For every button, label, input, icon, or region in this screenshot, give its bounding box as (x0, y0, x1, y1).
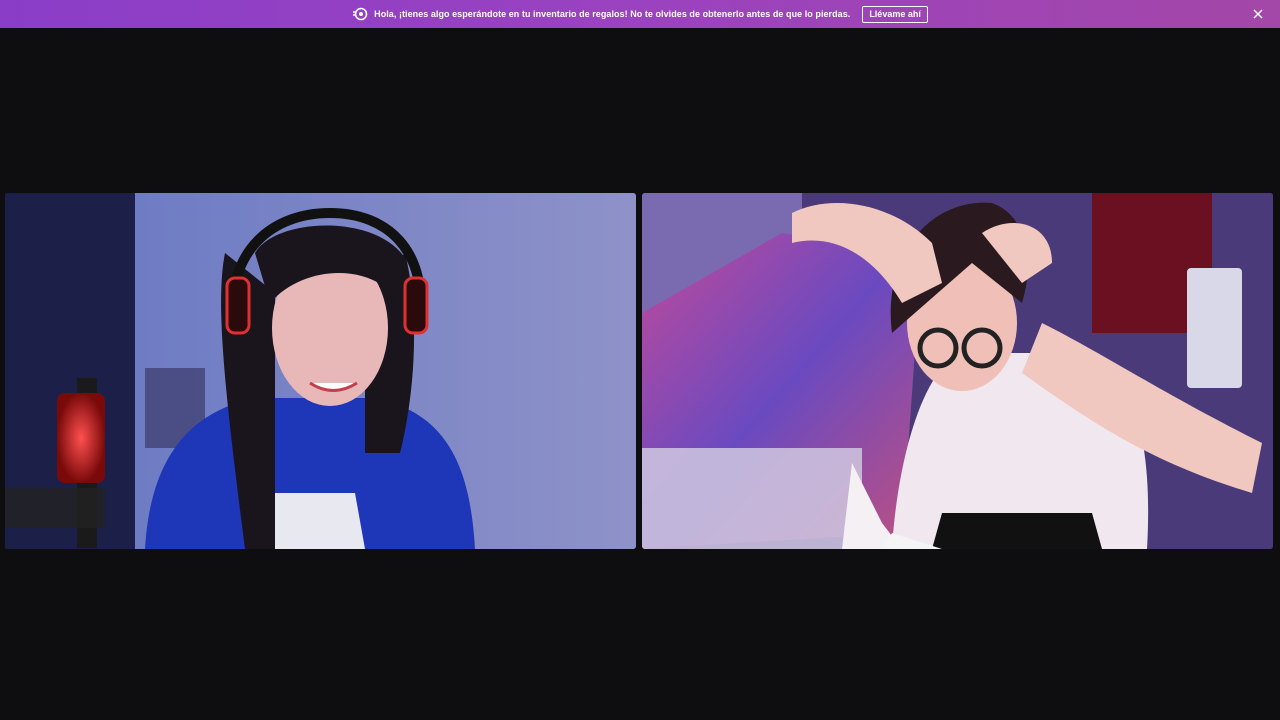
participant-right-video[interactable] (642, 193, 1273, 549)
participant-left-video[interactable] (5, 193, 636, 549)
banner-content: Hola, ¡tienes algo esperándote en tu inv… (352, 5, 928, 23)
gift-icon (352, 6, 368, 22)
close-icon[interactable] (1250, 6, 1266, 22)
notification-banner: Hola, ¡tienes algo esperándote en tu inv… (0, 0, 1280, 28)
take-me-there-button[interactable]: Llévame ahí (862, 5, 928, 23)
banner-message: Hola, ¡tienes algo esperándote en tu inv… (374, 9, 851, 19)
